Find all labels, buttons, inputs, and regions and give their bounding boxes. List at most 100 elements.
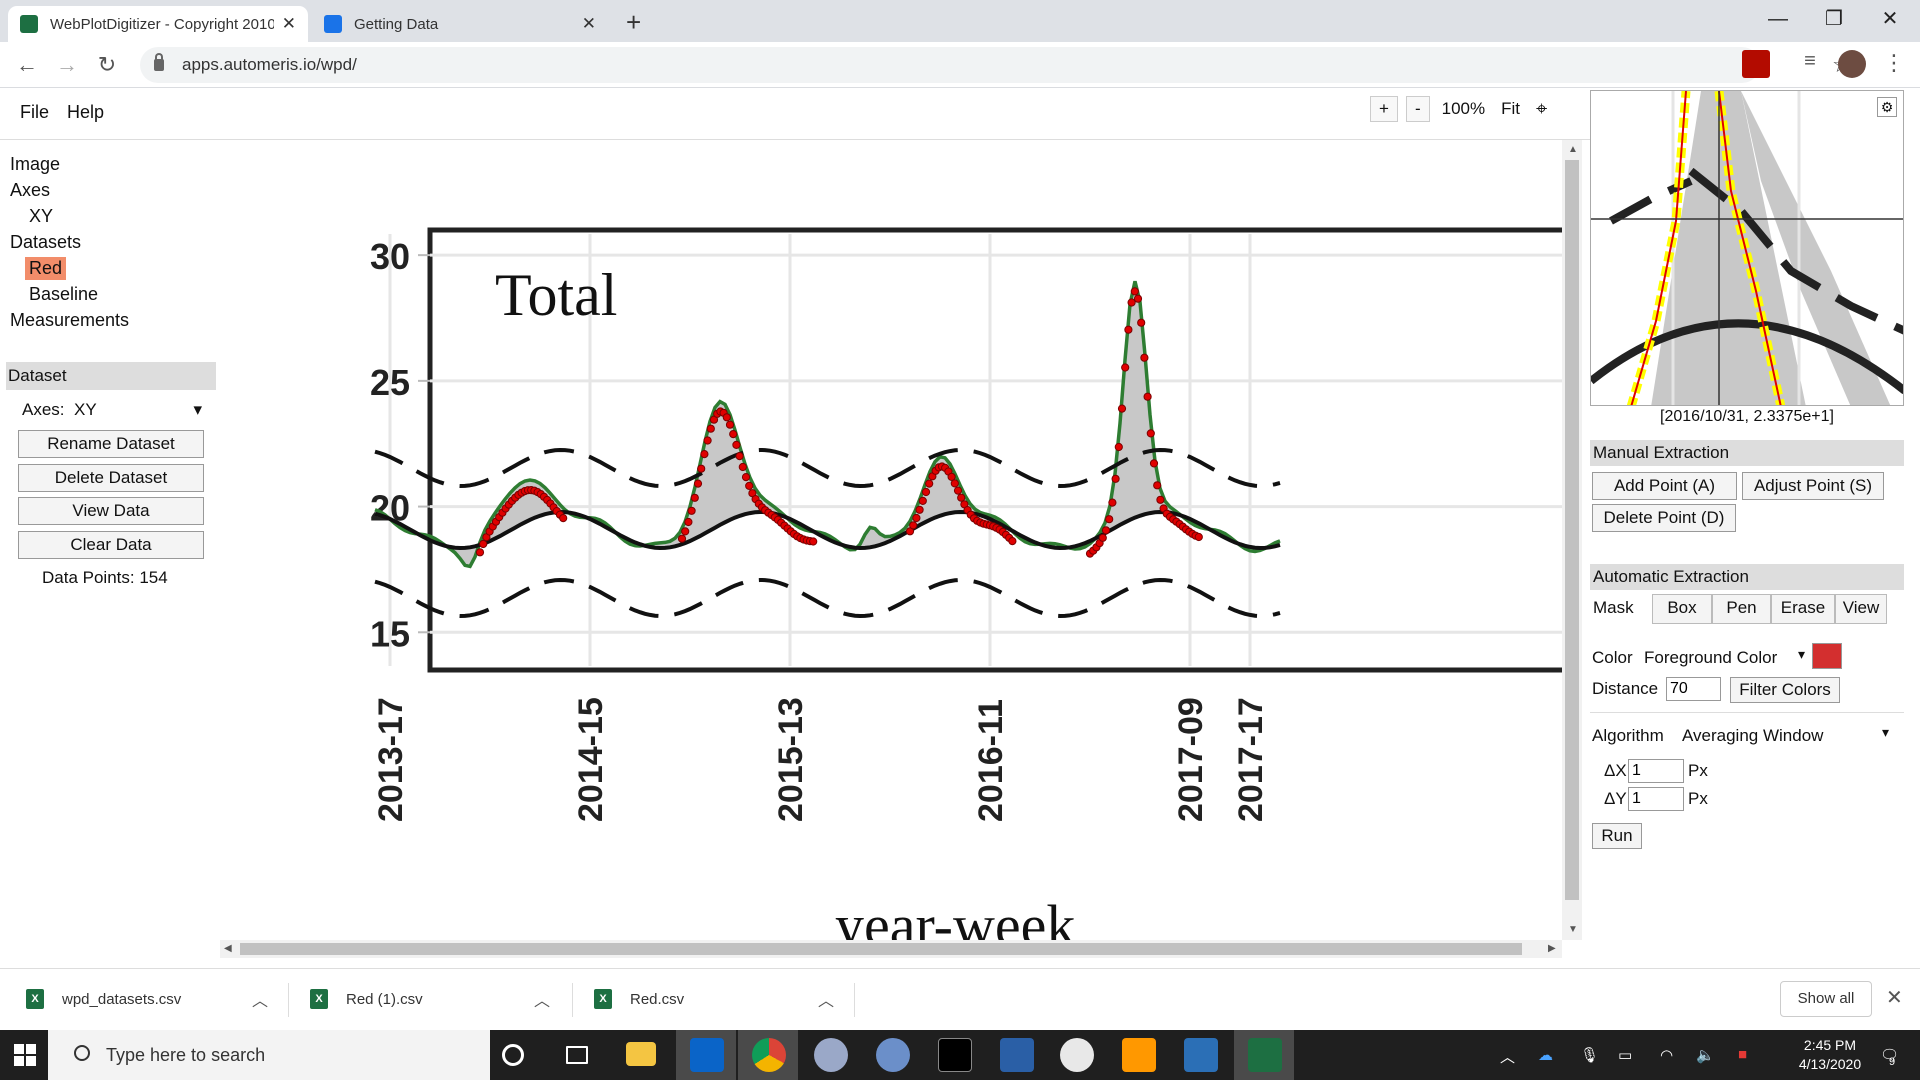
red-data-point [918, 496, 927, 505]
download-item[interactable]: X wpd_datasets.csv ︿ [26, 981, 268, 1017]
outlook-icon[interactable] [690, 1038, 724, 1072]
new-tab-icon[interactable]: + [626, 6, 641, 38]
powershell-icon[interactable] [1000, 1038, 1034, 1072]
delete-point-button[interactable]: Delete Point (D) [1592, 504, 1736, 532]
axes-select[interactable]: Axes: XY ▾ [22, 400, 202, 420]
tree-datasets[interactable]: Datasets [10, 232, 81, 253]
magnifier-settings-icon[interactable]: ⚙ [1877, 97, 1897, 117]
red-data-point [950, 479, 959, 488]
foreground-color-swatch[interactable] [1812, 643, 1842, 669]
tree-dataset-baseline[interactable]: Baseline [29, 284, 98, 305]
cortana-icon[interactable] [502, 1044, 524, 1066]
chevron-up-icon[interactable]: ︿ [534, 987, 550, 1011]
tree-axes[interactable]: Axes [10, 180, 50, 201]
scroll-down-icon[interactable]: ▼ [1568, 924, 1578, 935]
back-icon[interactable]: ← [12, 50, 42, 80]
forward-icon[interactable]: → [52, 50, 82, 80]
filter-colors-button[interactable]: Filter Colors [1730, 677, 1840, 703]
tree-measurements[interactable]: Measurements [10, 310, 129, 331]
show-hidden-icons-icon[interactable]: ︿ [1500, 1046, 1515, 1067]
zoom-fit-button[interactable]: Fit [1497, 99, 1524, 119]
tree-dataset-red[interactable]: Red [25, 257, 67, 280]
window-close-icon[interactable]: ✕ [1870, 4, 1910, 34]
notification-app-icon[interactable]: ■ [1738, 1046, 1747, 1063]
maximize-icon[interactable]: ❐ [1814, 4, 1854, 34]
close-tab-icon[interactable]: ✕ [282, 14, 296, 34]
minimize-icon[interactable]: — [1758, 4, 1798, 34]
battery-icon[interactable]: ▭ [1618, 1046, 1632, 1064]
scroll-left-icon[interactable]: ◀ [224, 943, 232, 954]
menu-help[interactable]: Help [67, 102, 104, 123]
taskbar-clock[interactable]: 2:45 PM 4/13/2020 [1792, 1036, 1868, 1074]
horizontal-scroll-thumb[interactable] [240, 943, 1522, 955]
scroll-right-icon[interactable]: ▶ [1548, 943, 1556, 954]
download-item[interactable]: X Red.csv ︿ [594, 981, 834, 1017]
task-view-icon[interactable] [566, 1046, 588, 1064]
plot-canvas[interactable]: 30 25 20 15 2013-17 2014-15 2015-13 2016-11 201… [220, 140, 1582, 955]
tab-getting-data[interactable]: Getting Data ✕ [312, 6, 608, 42]
file-explorer-icon[interactable] [626, 1042, 656, 1066]
excel-icon[interactable] [1248, 1038, 1282, 1072]
view-data-button[interactable]: View Data [18, 497, 204, 525]
mask-pen-tab[interactable]: Pen [1712, 594, 1771, 624]
delete-dataset-button[interactable]: Delete Dataset [18, 464, 204, 492]
scroll-up-icon[interactable]: ▲ [1568, 144, 1578, 155]
photos-app-icon[interactable] [1184, 1038, 1218, 1072]
red-data-point [1117, 404, 1127, 413]
vertical-scroll-thumb[interactable] [1565, 160, 1579, 900]
delta-x-input[interactable] [1628, 759, 1684, 783]
delta-y-input[interactable] [1628, 787, 1684, 811]
add-point-button[interactable]: Add Point (A) [1592, 472, 1737, 500]
chevron-up-icon[interactable]: ︿ [818, 987, 834, 1011]
zoom-in-button[interactable]: + [1370, 96, 1398, 122]
horizontal-scrollbar[interactable]: ◀ ▶ [220, 940, 1562, 958]
taskbar-search-input[interactable]: Type here to search [48, 1030, 490, 1080]
mask-view-tab[interactable]: View [1835, 594, 1887, 624]
close-tab-icon[interactable]: ✕ [582, 14, 596, 34]
sublime-text-icon[interactable] [1122, 1038, 1156, 1072]
paint-app-icon[interactable] [814, 1038, 848, 1072]
menu-file[interactable]: File [20, 102, 49, 123]
download-item[interactable]: X Red (1).csv ︿ [310, 981, 550, 1017]
profile-avatar[interactable] [1838, 50, 1866, 78]
r-app-icon[interactable] [876, 1038, 910, 1072]
distance-input[interactable] [1666, 677, 1721, 701]
slack-icon[interactable] [1060, 1038, 1094, 1072]
terminal-icon[interactable] [938, 1038, 972, 1072]
color-mode-select[interactable]: Foreground Color [1644, 648, 1777, 668]
dropdown-arrow-icon[interactable]: ▾ [1882, 724, 1889, 741]
clear-data-button[interactable]: Clear Data [18, 531, 204, 559]
microphone-icon[interactable]: 🎙 [1580, 1046, 1599, 1064]
tab-webplotdigitizer[interactable]: WebPlotDigitizer - Copyright 2010 ✕ [8, 6, 308, 42]
mask-erase-tab[interactable]: Erase [1771, 594, 1835, 624]
red-data-point [809, 537, 818, 546]
red-data-point [1133, 294, 1143, 303]
tree-image[interactable]: Image [10, 154, 60, 175]
run-button[interactable]: Run [1592, 823, 1642, 849]
reload-icon[interactable]: ↻ [92, 50, 122, 80]
vertical-scrollbar[interactable]: ▲ ▼ [1562, 140, 1582, 940]
plot-image[interactable]: 30252015 2013-17 2014-15 2015-13 2016-11 201… [220, 140, 1582, 955]
volume-icon[interactable]: 🔈 [1696, 1046, 1715, 1064]
windows-start-icon[interactable] [14, 1044, 36, 1066]
show-all-downloads-button[interactable]: Show all [1780, 981, 1872, 1017]
close-downloads-icon[interactable]: ✕ [1886, 985, 1903, 1010]
section-divider [1590, 712, 1904, 713]
zoom-out-button[interactable]: - [1405, 96, 1430, 122]
acrobat-extension-icon[interactable] [1742, 50, 1770, 78]
chrome-icon[interactable] [752, 1038, 786, 1072]
tree-axes-xy[interactable]: XY [29, 206, 53, 227]
adjust-point-button[interactable]: Adjust Point (S) [1742, 472, 1884, 500]
red-data-point [925, 479, 934, 488]
algorithm-select[interactable]: Averaging Window [1682, 726, 1823, 746]
chevron-up-icon[interactable]: ︿ [252, 987, 268, 1011]
mask-box-tab[interactable]: Box [1652, 594, 1712, 624]
wifi-icon[interactable]: ◠ [1660, 1046, 1673, 1064]
crosshair-icon[interactable]: ⌖ [1532, 98, 1551, 121]
url-input[interactable]: apps.automeris.io/wpd/ ☆ [140, 47, 1852, 83]
media-controls-icon[interactable]: ≡ [1796, 50, 1824, 78]
dropdown-arrow-icon[interactable]: ▾ [1798, 646, 1805, 663]
onedrive-icon[interactable]: ☁ [1538, 1046, 1553, 1064]
rename-dataset-button[interactable]: Rename Dataset [18, 430, 204, 458]
browser-menu-icon[interactable]: ⋮ [1880, 50, 1908, 78]
